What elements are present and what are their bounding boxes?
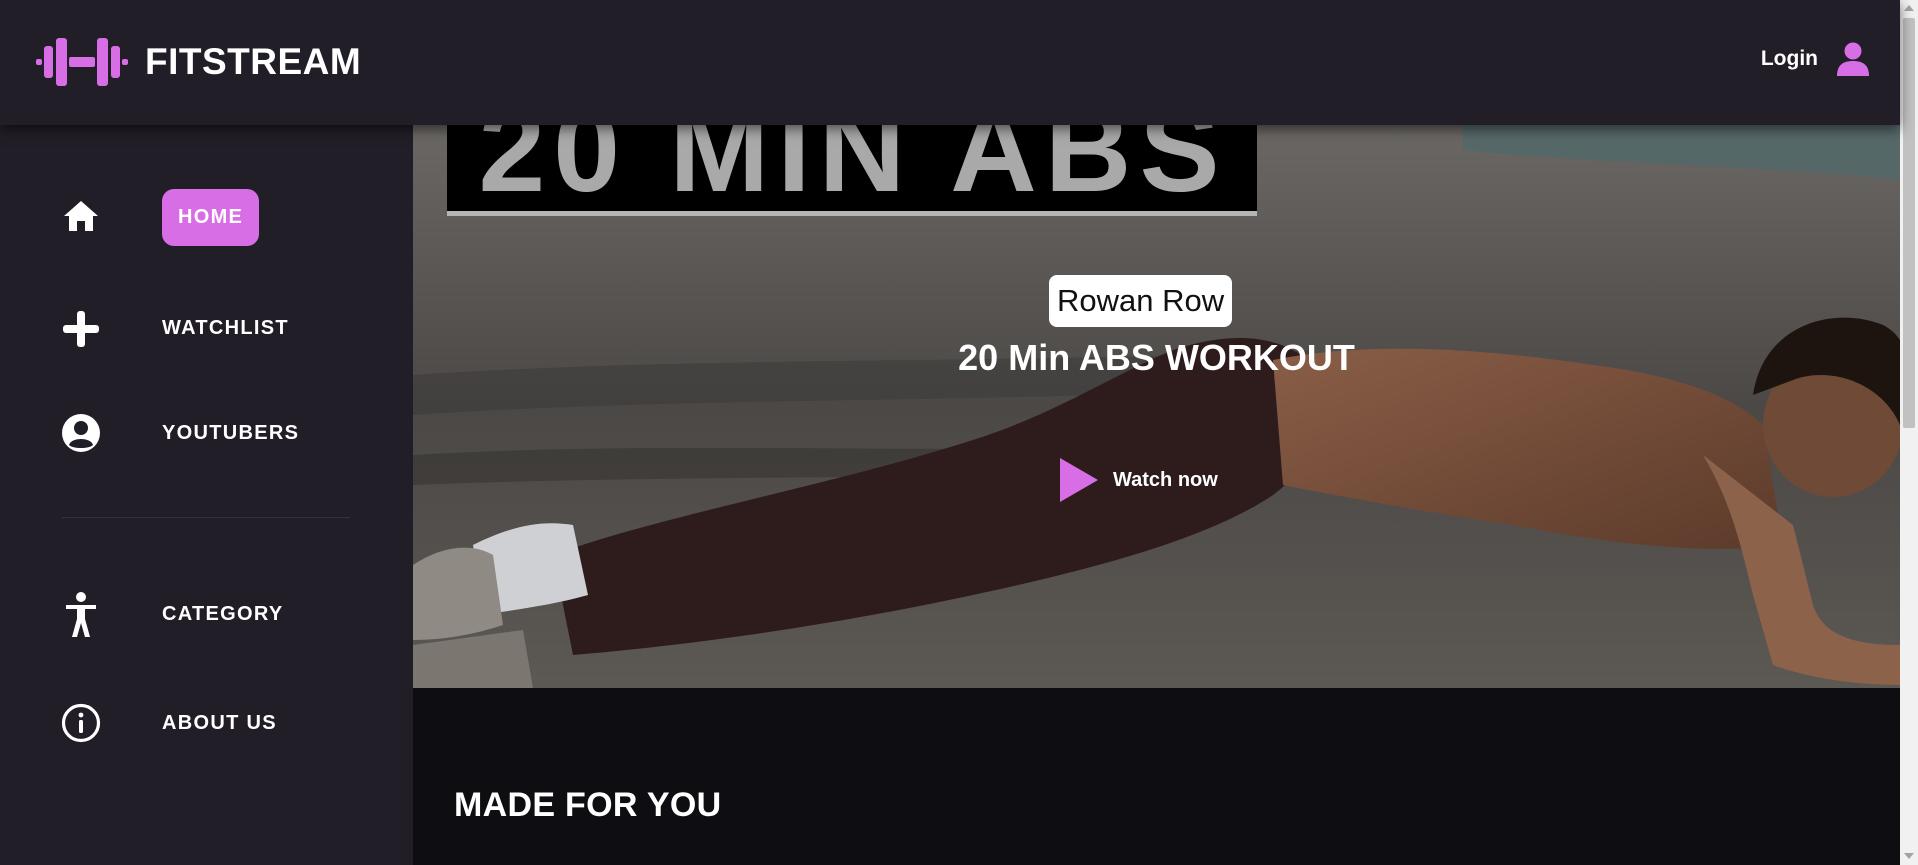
sidebar: HOME WATCHLIST YOUTUBERS CATEGORY ABOUT … xyxy=(0,125,413,865)
top-navbar: FITSTREAM Login xyxy=(0,0,1900,125)
dumbbell-icon xyxy=(36,38,128,86)
banner-text: 20 MIN ABS xyxy=(478,125,1227,217)
sidebar-divider xyxy=(62,517,350,518)
hero-image: 20 MIN ABS xyxy=(413,125,1900,688)
scroll-down-arrow[interactable] xyxy=(1904,853,1914,859)
main-content xyxy=(413,688,1900,865)
home-icon xyxy=(61,196,101,236)
login-label: Login xyxy=(1760,47,1818,70)
author-badge[interactable]: Rowan Row xyxy=(1049,275,1233,327)
sidebar-item-label: CATEGORY xyxy=(162,603,284,625)
info-icon xyxy=(61,703,101,743)
sidebar-item-label: WATCHLIST xyxy=(162,317,289,339)
watch-now-button[interactable]: Watch now xyxy=(1059,457,1218,503)
sidebar-item-label: ABOUT US xyxy=(162,712,277,734)
hero-banner: 20 MIN ABS Rowan Row 20 Min ABS WORKOUT … xyxy=(413,125,1900,688)
plus-icon xyxy=(61,309,101,349)
section-title-made-for-you: MADE FOR YOU xyxy=(454,786,722,824)
hero-title: 20 Min ABS WORKOUT xyxy=(958,337,1355,378)
user-circle-icon xyxy=(61,413,101,453)
login-button[interactable]: Login xyxy=(1761,42,1870,76)
watch-now-label: Watch now xyxy=(1113,468,1218,491)
accessibility-icon xyxy=(61,591,101,639)
sidebar-item-label: YOUTUBERS xyxy=(162,422,300,444)
play-icon xyxy=(1060,458,1098,502)
scroll-up-arrow[interactable] xyxy=(1904,5,1914,11)
logo[interactable]: FITSTREAM xyxy=(36,38,361,86)
sidebar-item-label: HOME xyxy=(162,189,260,246)
user-icon xyxy=(1837,42,1869,76)
brand-name: FITSTREAM xyxy=(145,41,362,82)
scrollbar-thumb[interactable] xyxy=(1903,18,1915,428)
